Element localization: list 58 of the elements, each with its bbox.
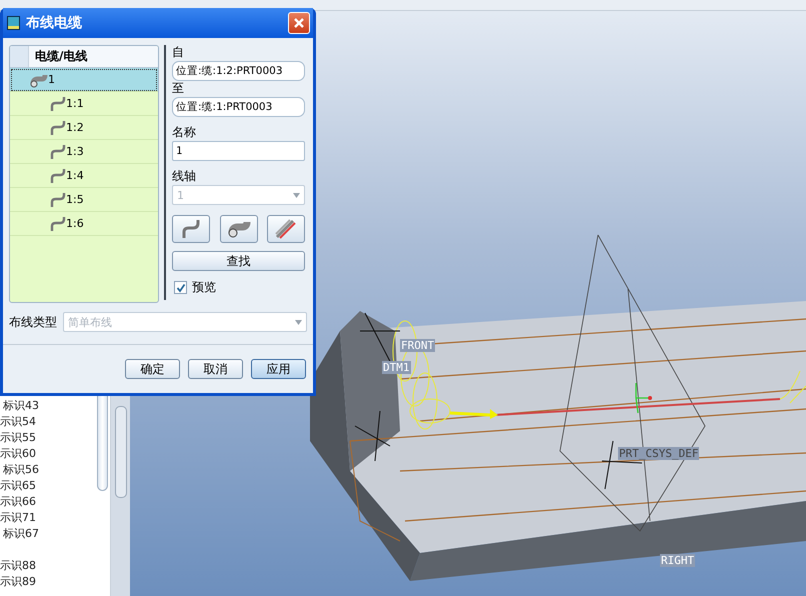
dialog-button[interactable]: 取消: [188, 359, 243, 379]
name-field[interactable]: 1: [172, 141, 305, 161]
from-field[interactable]: 位置:缆:1:2:PRT0003: [172, 61, 305, 81]
to-field[interactable]: 位置:缆:1:PRT0003: [172, 97, 305, 117]
tool-button[interactable]: [220, 215, 258, 243]
tree-item[interactable]: 标识56: [0, 462, 110, 478]
wire-icon: [50, 120, 66, 136]
window-title: 布线电缆: [26, 14, 83, 32]
wire-item[interactable]: 1:5: [10, 188, 158, 212]
dialog-button[interactable]: 应用: [251, 359, 306, 379]
tree-item[interactable]: 示识66: [0, 494, 110, 510]
wire-icon: [50, 168, 66, 184]
wire-icon: [50, 192, 66, 208]
tree-item[interactable]: 示识88: [0, 558, 110, 574]
tool-button[interactable]: [172, 215, 210, 243]
field-label: 至: [172, 81, 185, 95]
tree-item[interactable]: 标识67: [0, 526, 110, 542]
column-header: 电缆/电线: [34, 48, 88, 65]
wire-item[interactable]: 1:1: [10, 92, 158, 116]
header-corner: [10, 46, 29, 67]
field-label: 自: [172, 45, 185, 59]
find-button[interactable]: 查找: [172, 251, 305, 271]
checkbox-label: 预览: [192, 279, 216, 296]
spool-dropdown: 1: [172, 185, 305, 205]
datum-label: FRONT: [400, 339, 436, 352]
datum-label: RIGHT: [660, 554, 696, 567]
caret-icon: [293, 192, 300, 198]
wire-icon: [180, 218, 202, 240]
wire-icon: [50, 144, 66, 160]
field-label: 名称: [172, 125, 197, 139]
cable-item[interactable]: 1: [10, 68, 158, 92]
preview-checkbox[interactable]: [174, 281, 187, 294]
tool-button[interactable]: [267, 215, 305, 243]
tree-item[interactable]: 示识89: [0, 574, 110, 590]
tree-item[interactable]: 示识60: [0, 446, 110, 462]
datum-label: PRT_CSYS_DEF: [618, 447, 700, 460]
wire-item[interactable]: 1:6: [10, 212, 158, 236]
field-label: 布线类型: [9, 314, 57, 330]
bundle-icon: [274, 218, 298, 240]
wire-item[interactable]: 1:3: [10, 140, 158, 164]
tree-item[interactable]: 示识65: [0, 478, 110, 494]
field-label: 线轴: [172, 169, 197, 183]
tree-item[interactable]: 示识71: [0, 510, 110, 526]
wire-icon: [50, 216, 66, 232]
wire-item[interactable]: 1:2: [10, 116, 158, 140]
tree-item[interactable]: 示识54: [0, 414, 110, 430]
wire-item[interactable]: 1:4: [10, 164, 158, 188]
dialog-button[interactable]: 确定: [125, 359, 180, 379]
tree-item[interactable]: 示识55: [0, 430, 110, 446]
splitter-handle[interactable]: [115, 406, 127, 498]
wire-icon: [50, 96, 66, 112]
caret-icon: [295, 320, 302, 324]
close-button[interactable]: [288, 12, 310, 34]
window-icon: [7, 16, 20, 30]
routing-type-dropdown: 简单布线: [63, 312, 307, 332]
tree-item[interactable]: 标识43: [0, 398, 110, 414]
close-icon: [293, 17, 305, 29]
datum-label: DTM1: [382, 361, 410, 374]
